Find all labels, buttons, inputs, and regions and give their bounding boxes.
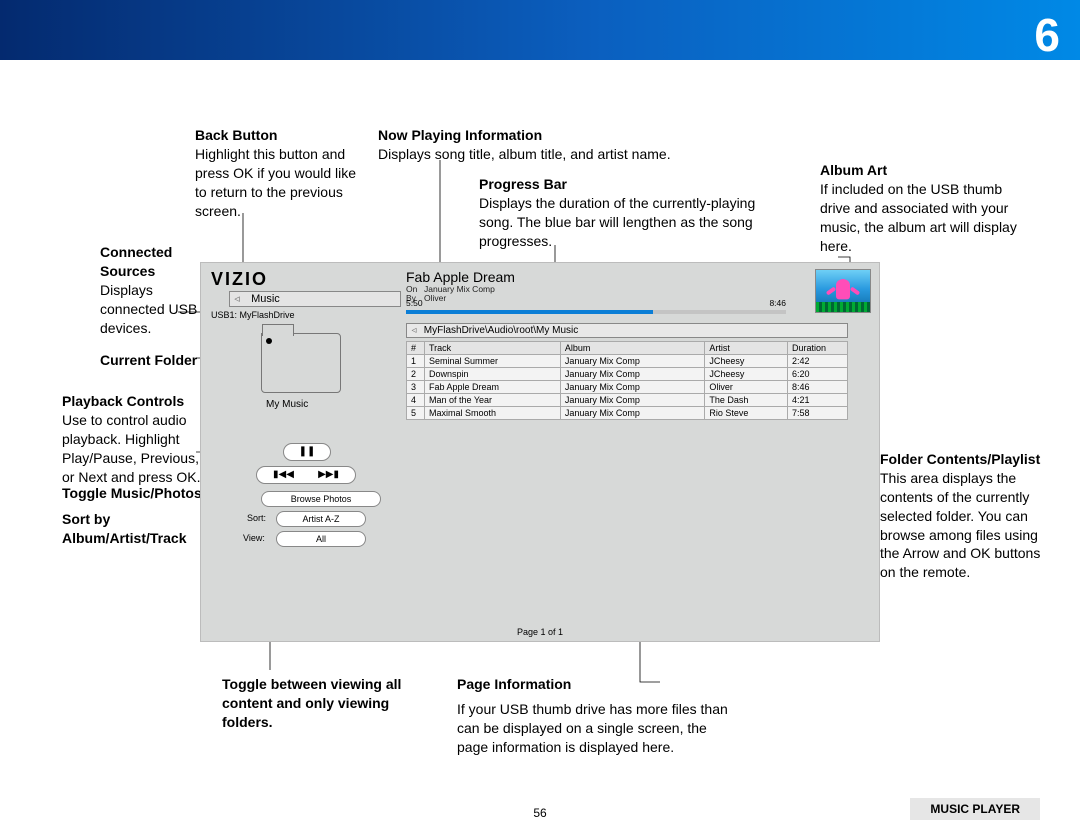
track-table: # Track Album Artist Duration 1Seminal S… (406, 341, 848, 420)
brand-logo: VIZIO (211, 269, 268, 290)
col-track: Track (425, 342, 561, 355)
breadcrumb-path: MyFlashDrive\Audio\root\My Music (424, 325, 578, 336)
now-playing-title: Fab Apple Dream (406, 269, 515, 285)
browse-photos-button[interactable]: Browse Photos (261, 491, 381, 507)
pause-icon: ❚❚ (299, 446, 316, 457)
table-row[interactable]: 1Seminal SummerJanuary Mix CompJCheesy2:… (407, 355, 848, 368)
breadcrumb[interactable]: ◃ MyFlashDrive\Audio\root\My Music (406, 323, 848, 338)
current-folder-icon[interactable] (261, 333, 341, 393)
callout-progress-bar: Progress Bar Displays the duration of th… (479, 175, 779, 251)
elapsed-time: 5:50 (406, 298, 423, 308)
callout-toggle-music-photos: Toggle Music/Photos (62, 484, 222, 503)
prev-next-row: ▮◀◀▶▶▮ (256, 466, 356, 484)
sort-select[interactable]: Artist A-Z (276, 511, 366, 527)
table-row[interactable]: 3Fab Apple DreamJanuary Mix CompOliver8:… (407, 381, 848, 394)
callout-current-folder: Current Folder (100, 351, 210, 370)
total-time: 8:46 (769, 298, 786, 308)
col-num: # (407, 342, 425, 355)
callout-sort: Sort by Album/Artist/Track (62, 510, 222, 548)
play-pause-button[interactable]: ❚❚ (283, 443, 331, 461)
table-row[interactable]: 5Maximal SmoothJanuary Mix CompRio Steve… (407, 407, 848, 420)
col-duration: Duration (788, 342, 848, 355)
progress-bar[interactable]: 5:50 8:46 (406, 310, 786, 314)
connected-usb-label: USB1: MyFlashDrive (211, 310, 295, 320)
current-folder-name: My Music (266, 399, 308, 410)
callout-connected-sources: Connected Sources Displays connected USB… (100, 243, 210, 337)
sort-label: Sort: (247, 513, 266, 523)
back-button-label: Music (247, 293, 280, 305)
footer-section-badge: MUSIC PLAYER (910, 798, 1040, 820)
callout-album-art: Album Art If included on the USB thumb d… (820, 161, 1030, 255)
page-information: Page 1 of 1 (201, 627, 879, 637)
callout-back-button: Back Button Highlight this button and pr… (195, 126, 365, 220)
chapter-header-bar (0, 0, 1080, 60)
next-button[interactable]: ▶▶▮ (306, 467, 351, 483)
prev-button[interactable]: ▮◀◀ (261, 467, 306, 483)
back-button[interactable]: ◃ Music (229, 291, 401, 307)
view-select[interactable]: All (276, 531, 366, 547)
chapter-number: 6 (1034, 8, 1060, 62)
callout-folder-contents: Folder Contents/Playlist This area displ… (880, 450, 1050, 582)
album-art (815, 269, 871, 313)
callout-now-playing: Now Playing Information Displays song ti… (378, 126, 748, 164)
back-icon: ◃ (230, 292, 244, 305)
table-row[interactable]: 2DownspinJanuary Mix CompJCheesy6:20 (407, 368, 848, 381)
callout-page-info: Page Information If your USB thumb drive… (457, 675, 737, 757)
view-label: View: (243, 533, 265, 543)
callout-toggle-view: Toggle between viewing all content and o… (222, 675, 402, 732)
music-player-ui: VIZIO ◃ Music USB1: MyFlashDrive My Musi… (200, 262, 880, 642)
col-album: Album (560, 342, 704, 355)
breadcrumb-back-icon: ◃ (407, 324, 421, 338)
col-artist: Artist (705, 342, 788, 355)
callout-playback-controls: Playback Controls Use to control audio p… (62, 392, 212, 486)
table-row[interactable]: 4Man of the YearJanuary Mix CompThe Dash… (407, 394, 848, 407)
